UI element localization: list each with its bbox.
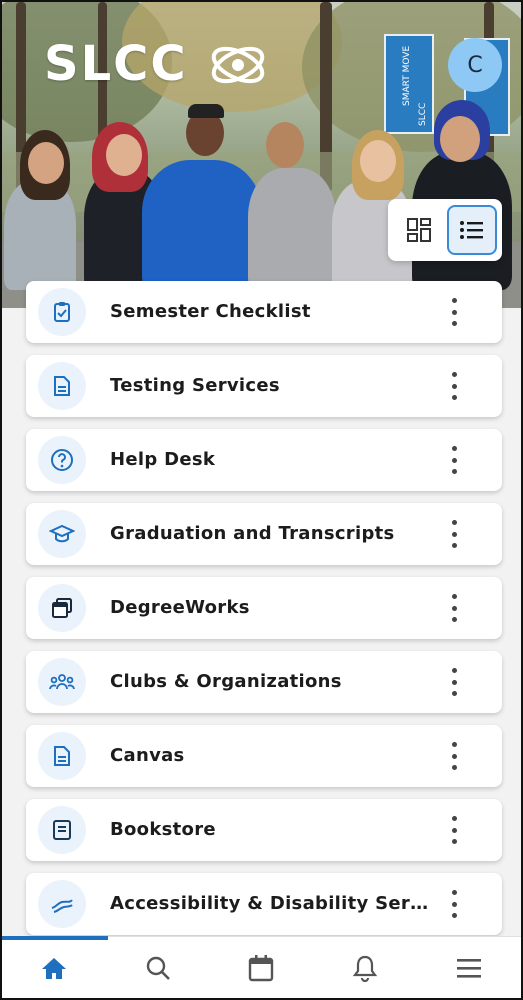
card-label: Accessibility & Disability Servi... [110,893,440,914]
card-help-desk[interactable]: Help Desk [26,429,502,491]
nav-notifications[interactable] [335,943,395,993]
card-label: Graduation and Transcripts [110,523,395,544]
card-label: Bookstore [110,819,216,840]
help-circle-icon [38,436,86,484]
card-degreeworks[interactable]: DegreeWorks [26,577,502,639]
card-label: Testing Services [110,375,280,396]
document-icon [38,732,86,780]
grid-layout-icon [406,218,431,242]
more-options-icon[interactable] [442,890,466,918]
user-avatar[interactable]: C [448,38,502,92]
bottom-navigation [2,936,521,998]
card-graduation-transcripts[interactable]: Graduation and Transcripts [26,503,502,565]
more-options-icon[interactable] [442,668,466,696]
accessibility-hands-icon [38,880,86,928]
more-options-icon[interactable] [442,372,466,400]
people-group-icon [38,658,86,706]
grid-view-button[interactable] [394,205,444,255]
card-semester-checklist[interactable]: Semester Checklist [26,281,502,343]
card-accessibility-disability[interactable]: Accessibility & Disability Servi... [26,873,502,935]
app-frame: SMART MOVE SLCC SLCC C Semester Checklis… [0,0,523,1000]
calendar-icon [249,954,274,981]
document-icon [38,362,86,410]
card-label: Clubs & Organizations [110,671,342,692]
card-label: DegreeWorks [110,597,250,618]
more-options-icon[interactable] [442,446,466,474]
card-canvas[interactable]: Canvas [26,725,502,787]
nav-search[interactable] [128,943,188,993]
book-icon [38,806,86,854]
nav-menu[interactable] [439,943,499,993]
nav-home[interactable] [24,943,84,993]
card-label: Semester Checklist [110,301,311,322]
card-testing-services[interactable]: Testing Services [26,355,502,417]
list-view-button[interactable] [446,205,497,255]
slcc-logo-text: SLCC [44,36,188,92]
active-tab-indicator [2,936,108,940]
card-label: Help Desk [110,449,216,470]
graduation-cap-icon [38,510,86,558]
more-options-icon[interactable] [442,520,466,548]
card-bookstore[interactable]: Bookstore [26,799,502,861]
more-options-icon[interactable] [442,594,466,622]
view-toggle [388,199,502,261]
card-label: Canvas [110,745,185,766]
more-options-icon[interactable] [442,816,466,844]
list-icon [459,221,483,239]
smart-move-banner: SMART MOVE SLCC [384,34,434,134]
more-options-icon[interactable] [442,298,466,326]
slcc-logo-icon [211,46,265,84]
search-icon [146,956,170,980]
home-icon [41,957,66,979]
more-options-icon[interactable] [442,742,466,770]
hamburger-menu-icon [457,958,482,978]
nav-calendar[interactable] [231,943,291,993]
window-stack-icon [38,584,86,632]
bell-icon [353,955,378,982]
card-clubs-organizations[interactable]: Clubs & Organizations [26,651,502,713]
clipboard-check-icon [38,288,86,336]
